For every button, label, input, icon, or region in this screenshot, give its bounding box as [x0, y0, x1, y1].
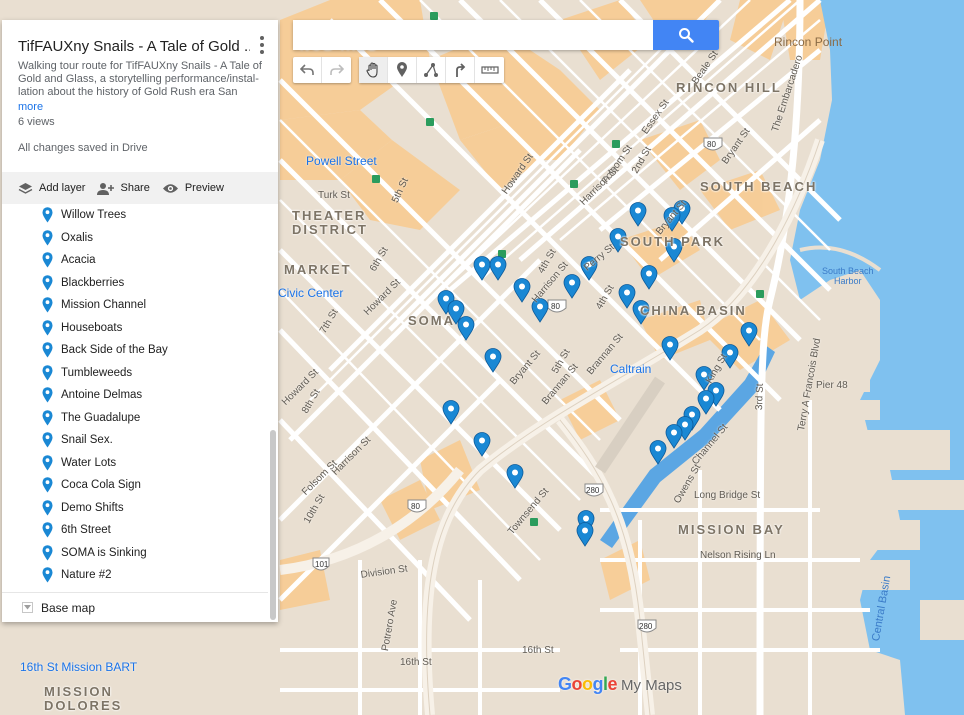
redo-icon — [329, 64, 344, 75]
eye-icon — [162, 183, 178, 193]
layer-item[interactable]: Oxalis — [2, 227, 268, 250]
marker-icon — [42, 387, 53, 403]
layer-item-label: Back Side of the Bay — [61, 344, 168, 357]
map-description[interactable]: Walking tour route for TifFAUXny Snails … — [18, 60, 266, 99]
layer-item-label: Mission Channel — [61, 299, 147, 312]
share-label: Share — [120, 182, 150, 194]
layer-item[interactable]: Willow Trees — [2, 204, 268, 227]
search-icon — [679, 28, 694, 43]
marker-icon — [42, 207, 53, 223]
marker-icon — [42, 274, 53, 291]
layer-item-label: SOMA is Sinking — [61, 546, 147, 559]
layer-item-label: Oxalis — [61, 231, 93, 244]
add-marker-button[interactable] — [388, 57, 417, 83]
layer-item-label: Acacia — [61, 254, 96, 267]
layer-item-label: Willow Trees — [61, 209, 127, 222]
more-link[interactable]: more — [18, 101, 43, 113]
layers-icon — [18, 182, 33, 194]
layer-item-label: Demo Shifts — [61, 501, 124, 514]
preview-label: Preview — [184, 182, 224, 194]
layer-item[interactable]: 6th Street — [2, 519, 268, 542]
redo-button[interactable] — [322, 57, 351, 83]
measure-button[interactable] — [475, 57, 504, 83]
layer-item[interactable]: Demo Shifts — [2, 497, 268, 520]
layer-item[interactable]: Back Side of the Bay — [2, 339, 268, 362]
draw-line-button[interactable] — [417, 57, 446, 83]
layer-item-label: The Guadalupe — [61, 411, 141, 424]
layer-item-label: Coca Cola Sign — [61, 479, 141, 492]
tools-group — [359, 57, 504, 83]
marker-icon — [42, 319, 53, 336]
directions-icon — [456, 63, 466, 77]
undo-button[interactable] — [293, 57, 322, 83]
marker-icon — [42, 409, 53, 426]
search-bar — [293, 20, 719, 50]
layer-item-label: Snail Sex. — [61, 434, 113, 447]
layer-item-label: Water Lots — [61, 456, 117, 469]
layer-item-label: Antoine Delmas — [61, 389, 143, 402]
marker-icon — [397, 62, 407, 77]
base-map-label: Base map — [41, 600, 96, 615]
layer-item[interactable]: Tumbleweeds — [2, 362, 268, 385]
add-layer-button[interactable]: Add layer — [18, 182, 85, 195]
map-toolbar — [293, 57, 512, 83]
layer-item[interactable]: Nature #2 — [2, 564, 268, 584]
layer-item[interactable]: Acacia — [2, 249, 268, 272]
marker-icon — [42, 229, 53, 246]
layer-item[interactable]: Houseboats — [2, 317, 268, 340]
my-maps-wordmark: My Maps — [621, 677, 682, 694]
layer-item-label: Houseboats — [61, 321, 123, 334]
google-wordmark: Google — [558, 674, 618, 694]
more-options-icon[interactable] — [256, 36, 268, 54]
marker-icon — [42, 454, 53, 471]
share-button[interactable]: Share — [97, 182, 150, 195]
directions-button[interactable] — [446, 57, 475, 83]
layer-item[interactable]: Snail Sex. — [2, 429, 268, 452]
scrollbar[interactable] — [270, 204, 276, 622]
marker-icon — [42, 297, 53, 313]
layer-item-label: 6th Street — [61, 524, 111, 537]
layer-list: Willow Trees Oxalis Acacia Blackberries Miss… — [2, 204, 268, 584]
layer-item[interactable]: Coca Cola Sign — [2, 474, 268, 497]
history-group — [293, 57, 351, 83]
layer-item-label: Blackberries — [61, 276, 125, 289]
hand-icon — [366, 62, 378, 78]
marker-icon — [42, 432, 53, 448]
layer-item-label: Nature #2 — [61, 569, 112, 582]
marker-icon — [42, 364, 53, 381]
marker-icon — [42, 544, 53, 561]
layer-item[interactable]: Antoine Delmas — [2, 384, 268, 407]
layer-item[interactable]: Mission Channel — [2, 294, 268, 317]
marker-icon — [42, 252, 53, 268]
chevron-down-icon — [22, 602, 33, 613]
preview-button[interactable]: Preview — [162, 182, 224, 194]
panel-actions: Add layer Share Preview — [2, 172, 278, 204]
draw-line-icon — [424, 63, 438, 77]
view-count: 6 views — [18, 116, 55, 128]
marker-icon — [42, 567, 53, 583]
layer-item[interactable]: Water Lots — [2, 452, 268, 475]
ruler-icon — [480, 66, 499, 74]
search-input[interactable] — [293, 20, 653, 50]
marker-icon — [42, 499, 53, 516]
marker-icon — [42, 477, 53, 493]
base-map-toggle[interactable]: Base map — [2, 592, 268, 622]
select-tool-button[interactable] — [359, 57, 388, 83]
save-status: All changes saved in Drive — [18, 142, 148, 154]
add-layer-label: Add layer — [39, 182, 86, 194]
marker-icon — [42, 522, 53, 538]
layer-item[interactable]: SOMA is Sinking — [2, 542, 268, 565]
scrollbar-thumb[interactable] — [270, 430, 276, 620]
layer-item[interactable]: Blackberries — [2, 272, 268, 295]
layer-item[interactable]: The Guadalupe — [2, 407, 268, 430]
undo-icon — [300, 64, 314, 75]
map-title[interactable]: TifFAUXny Snails - A Tale of Gold ... — [18, 38, 250, 55]
layer-item-label: Tumbleweeds — [61, 366, 133, 379]
search-button[interactable] — [653, 20, 719, 50]
marker-icon — [42, 342, 53, 358]
map-side-panel: TifFAUXny Snails - A Tale of Gold ... Wa… — [2, 20, 278, 622]
google-my-maps-logo: Google My Maps — [558, 674, 682, 695]
add-person-icon — [97, 182, 115, 195]
